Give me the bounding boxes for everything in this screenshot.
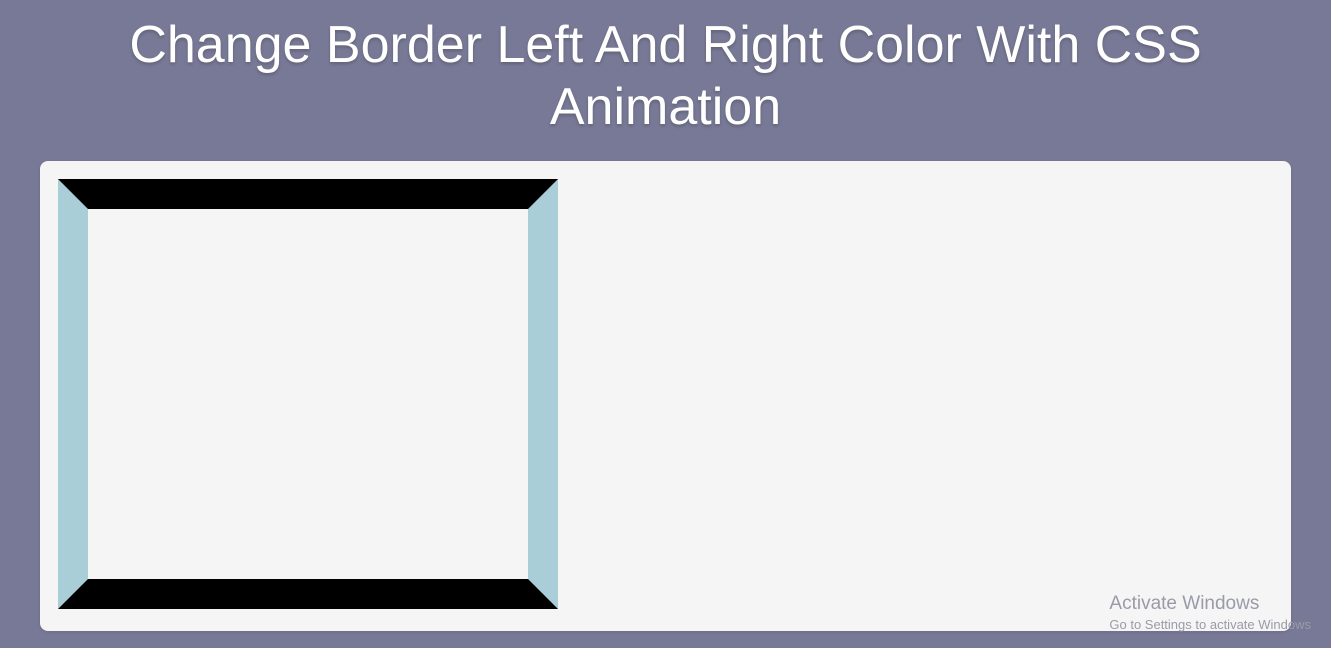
page-title: Change Border Left And Right Color With … — [0, 0, 1331, 149]
content-panel — [40, 161, 1291, 631]
border-demo-box — [58, 179, 558, 609]
